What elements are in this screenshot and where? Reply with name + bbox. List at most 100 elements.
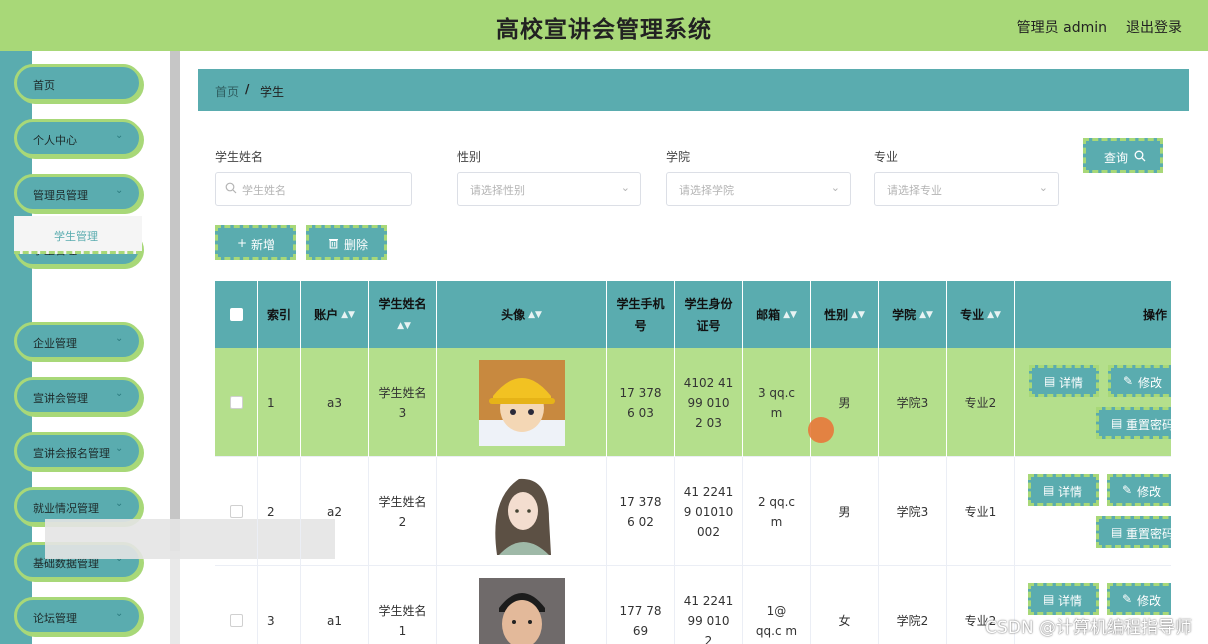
edit-button[interactable]: ✎ 修改 [1107, 583, 1171, 615]
table-row[interactable]: 2 a2 学生姓名2 17 378 6 02 41 2241 9 01010 0… [215, 457, 1171, 566]
edit-button[interactable]: ✎ 修改 [1107, 474, 1171, 506]
sidebar-item-label: 首页 [33, 79, 55, 92]
sidebar-item-talk-signups[interactable]: 宣讲会报名管理 ⌄ [14, 432, 142, 470]
detail-button[interactable]: ▤ 详情 [1028, 474, 1099, 506]
sidebar-item-profile[interactable]: 个人中心 ⌄ [14, 119, 142, 157]
cell-account: a3 [301, 348, 369, 457]
document-icon: ▤ [1043, 592, 1055, 606]
cursor-highlight [808, 417, 834, 443]
col-college[interactable]: 学院 ▲▼ [879, 281, 947, 348]
row-select-cell[interactable] [215, 348, 258, 457]
breadcrumb: 首页 / 学生 [198, 69, 1189, 111]
sidebar-scrollbar-thumb[interactable] [170, 51, 180, 551]
filter-gender-label: 性别 [457, 150, 482, 164]
reset-password-label: 重置密码 [1126, 527, 1171, 541]
current-user: 管理员 admin [1016, 20, 1107, 36]
cell-index: 2 [258, 457, 301, 566]
sort-icon[interactable]: ▲▼ [987, 304, 1001, 326]
submenu-item-students[interactable]: 学生管理 [14, 216, 142, 254]
student-name-input[interactable]: 学生姓名 [215, 172, 412, 206]
sort-icon[interactable]: ▲▼ [528, 304, 542, 326]
query-button[interactable]: 查询 [1083, 138, 1163, 173]
sidebar-item-home[interactable]: 首页 [14, 64, 142, 102]
filter-major-label: 专业 [874, 150, 899, 164]
cell-avatar [437, 348, 607, 457]
select-all-cell[interactable] [215, 281, 258, 348]
detail-button[interactable]: ▤ 详情 [1029, 365, 1099, 397]
col-major[interactable]: 专业 ▲▼ [947, 281, 1015, 348]
sort-icon[interactable]: ▲▼ [851, 304, 865, 326]
col-phone[interactable]: 学生手机号 [607, 281, 675, 348]
edit-button-label: 修改 [1138, 376, 1163, 390]
chevron-down-icon: ⌄ [115, 608, 124, 619]
college-select[interactable]: 请选择学院 ⌄ [666, 172, 851, 206]
sidebar-item-talks[interactable]: 宣讲会管理 ⌄ [14, 377, 142, 415]
reset-password-button[interactable]: ▤ 重置密码 [1096, 516, 1171, 548]
chevron-down-icon: ⌄ [115, 498, 124, 509]
detail-button[interactable]: ▤ 详情 [1028, 583, 1099, 615]
edit-button[interactable]: ✎ 修改 [1108, 365, 1171, 397]
col-idcard[interactable]: 学生身份证号 [675, 281, 743, 348]
chevron-down-icon: ⌄ [1038, 181, 1048, 194]
chevron-down-icon: ⌄ [115, 443, 124, 454]
cell-college: 学院3 [879, 457, 947, 566]
breadcrumb-separator: / [245, 82, 250, 96]
gender-select[interactable]: 请选择性别 ⌄ [457, 172, 641, 206]
col-avatar[interactable]: 头像 ▲▼ [437, 281, 607, 348]
table-header: 索引 账户 ▲▼ 学生姓名 ▲▼ 头像 ▲▼ 学生手机号 学生身份证号 邮箱 ▲▼ 性别… [215, 281, 1171, 348]
logout-link[interactable]: 退出登录 [1126, 17, 1182, 37]
col-name[interactable]: 学生姓名 ▲▼ [369, 281, 437, 348]
sidebar-item-companies[interactable]: 企业管理 ⌄ [14, 322, 142, 360]
col-account[interactable]: 账户 ▲▼ [301, 281, 369, 348]
sort-icon[interactable]: ▲▼ [341, 304, 355, 326]
sort-icon[interactable]: ▲▼ [919, 304, 933, 326]
cell-phone: 17 378 6 03 [607, 348, 675, 457]
col-gender[interactable]: 性别 ▲▼ [811, 281, 879, 348]
cell-account: a2 [301, 457, 369, 566]
document-icon: ▤ [1111, 525, 1123, 539]
breadcrumb-home[interactable]: 首页 [215, 83, 239, 100]
sort-icon[interactable]: ▲▼ [397, 315, 411, 337]
sidebar-item-label: 企业管理 [33, 337, 77, 350]
row-checkbox[interactable] [229, 396, 243, 409]
sidebar-item-label: 宣讲会报名管理 [33, 447, 110, 460]
select-all-checkbox[interactable] [229, 308, 243, 321]
row-checkbox[interactable] [229, 505, 243, 518]
sidebar-item-forum[interactable]: 论坛管理 ⌄ [14, 597, 142, 635]
cell-avatar [437, 457, 607, 566]
cell-idcard: 41 2241 99 010 2 [675, 566, 743, 644]
table-row[interactable]: 1 a3 学生姓名3 17 378 6 03 4102 41 99 010 2 … [215, 348, 1171, 457]
sort-icon[interactable]: ▲▼ [783, 304, 797, 326]
avatar-image [478, 359, 565, 446]
sidebar-item-label: 就业情况管理 [33, 502, 99, 515]
sidebar-item-label: 宣讲会管理 [33, 392, 88, 405]
submenu-item-label: 学生管理 [54, 230, 98, 243]
document-icon: ▤ [1044, 374, 1056, 388]
edit-icon: ✎ [1122, 592, 1133, 606]
reset-password-button[interactable]: ▤ 重置密码 [1096, 407, 1171, 439]
row-select-cell[interactable] [215, 566, 258, 644]
chevron-down-icon: ⌄ [115, 185, 124, 196]
major-select[interactable]: 请选择专业 ⌄ [874, 172, 1059, 206]
col-email[interactable]: 邮箱 ▲▼ [743, 281, 811, 348]
cell-index: 1 [258, 348, 301, 457]
add-button[interactable]: + 新增 [215, 225, 296, 260]
sidebar-item-label: 管理员管理 [33, 189, 88, 202]
detail-button-label: 详情 [1059, 376, 1084, 390]
edit-icon: ✎ [1123, 374, 1134, 388]
chevron-down-icon: ⌄ [115, 130, 124, 141]
breadcrumb-current: 学生 [260, 85, 285, 99]
cell-account: a1 [301, 566, 369, 644]
delete-button[interactable]: 删除 [306, 225, 387, 260]
sidebar-item-label: 个人中心 [33, 134, 77, 147]
chevron-down-icon: ⌄ [115, 333, 124, 344]
sidebar-item-admin[interactable]: 管理员管理 ⌄ [14, 174, 142, 212]
cell-college: 学院2 [879, 566, 947, 644]
row-select-cell[interactable] [215, 457, 258, 566]
row-checkbox[interactable] [229, 614, 243, 627]
avatar-image [478, 577, 565, 644]
cell-gender: 男 [811, 457, 879, 566]
filter-college-label: 学院 [666, 150, 691, 164]
cell-phone: 177 78 69 [607, 566, 675, 644]
student-name-placeholder: 学生姓名 [242, 184, 286, 197]
